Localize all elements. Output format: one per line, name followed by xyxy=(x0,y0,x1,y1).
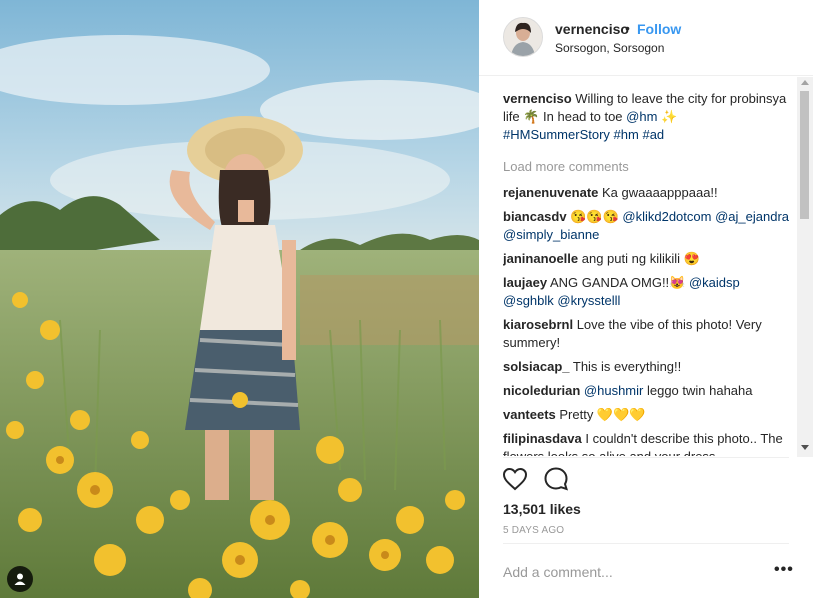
separator-dot: • xyxy=(625,20,630,36)
user-tag-button[interactable] xyxy=(7,566,33,592)
follow-button[interactable]: Follow xyxy=(637,21,681,37)
comment-text: ang puti ng kilikili 😍 xyxy=(578,251,700,266)
heart-icon xyxy=(502,467,528,491)
comment-mention[interactable]: @hushmir xyxy=(584,383,643,398)
likes-count[interactable]: 13,501 likes xyxy=(503,501,581,517)
load-more-comments[interactable]: Load more comments xyxy=(503,158,789,176)
comment-username[interactable]: kiarosebrnl xyxy=(503,317,573,332)
scroll-thumb[interactable] xyxy=(800,91,809,219)
divider xyxy=(503,457,789,458)
comment-username[interactable]: laujaey xyxy=(503,275,547,290)
caption-sparkle: ✨ xyxy=(657,109,678,124)
post-username[interactable]: vernenciso xyxy=(555,21,629,37)
comment-text: This is everything!! xyxy=(569,359,682,374)
comment: vanteets Pretty 💛💛💛 xyxy=(503,406,789,424)
comment-username[interactable]: janinanoelle xyxy=(503,251,578,266)
post-header: vernenciso • Follow Sorsogon, Sorsogon xyxy=(479,0,813,76)
comment-text: ANG GANDA OMG!!😻 xyxy=(547,275,689,290)
comment-username[interactable]: filipinasdava xyxy=(503,431,582,446)
more-options-icon[interactable]: ••• xyxy=(774,561,794,579)
post-photo[interactable] xyxy=(0,0,479,598)
post-side-panel: vernenciso • Follow Sorsogon, Sorsogon v… xyxy=(479,0,813,598)
comments-list: vernenciso Willing to leave the city for… xyxy=(503,90,789,456)
comment-text: Ka gwaaaapppaaa!! xyxy=(598,185,718,200)
comments-scrollbar[interactable] xyxy=(797,77,813,457)
comment-username[interactable]: biancasdv xyxy=(503,209,567,224)
divider xyxy=(503,543,789,544)
add-comment-input[interactable]: Add a comment... xyxy=(503,564,613,580)
comment-username[interactable]: rejanenuvenate xyxy=(503,185,598,200)
hashtag[interactable]: #HMSummerStory xyxy=(503,127,610,142)
comment: solsiacap_ This is everything!! xyxy=(503,358,789,376)
avatar[interactable] xyxy=(503,17,543,57)
hashtag[interactable]: #ad xyxy=(642,127,664,142)
post-time[interactable]: 5 DAYS AGO xyxy=(503,525,564,536)
comment-text: Pretty 💛💛💛 xyxy=(555,407,646,422)
comment: nicoledurian @hushmir leggo twin hahaha xyxy=(503,382,789,400)
caption-mention[interactable]: @hm xyxy=(626,109,657,124)
scroll-up-arrow-icon[interactable] xyxy=(801,80,809,85)
comment: janinanoelle ang puti ng kilikili 😍 xyxy=(503,250,789,268)
comment-text: 😘😘😘 xyxy=(566,209,623,224)
comment-mention[interactable]: @kaidsp xyxy=(689,275,740,290)
comment-mention[interactable]: @klikd2dotcom xyxy=(622,209,711,224)
comment-mention[interactable]: @krysstelll xyxy=(557,293,620,308)
comment: rejanenuvenate Ka gwaaaapppaaa!! xyxy=(503,184,789,202)
comment-button[interactable] xyxy=(542,465,570,493)
comment: kiarosebrnl Love the vibe of this photo!… xyxy=(503,316,789,352)
caption: vernenciso Willing to leave the city for… xyxy=(503,90,789,144)
user-tag-icon xyxy=(14,573,26,585)
comment-username[interactable]: vanteets xyxy=(503,407,556,422)
scroll-down-arrow-icon[interactable] xyxy=(801,445,809,450)
post-location[interactable]: Sorsogon, Sorsogon xyxy=(555,41,664,55)
comment-mention[interactable]: @aj_ejandra xyxy=(715,209,789,224)
comment: filipinasdava I couldn't describe this p… xyxy=(503,430,789,456)
post-actions: 13,501 likes 5 DAYS AGO Add a comment...… xyxy=(479,457,813,589)
comment-icon xyxy=(544,467,569,491)
comment-mention[interactable]: @simply_bianne xyxy=(503,227,599,242)
comment-username[interactable]: nicoledurian xyxy=(503,383,580,398)
comment: laujaey ANG GANDA OMG!!😻 @kaidsp @sghblk… xyxy=(503,274,789,310)
avatar-image xyxy=(504,18,542,56)
hashtag[interactable]: #hm xyxy=(614,127,639,142)
comment: biancasdv 😘😘😘 @klikd2dotcom @aj_ejandra … xyxy=(503,208,789,244)
comment-mention[interactable]: @sghblk xyxy=(503,293,554,308)
photo-image xyxy=(0,0,479,598)
like-button[interactable] xyxy=(501,465,529,493)
comment-username[interactable]: solsiacap_ xyxy=(503,359,570,374)
comment-text: leggo twin hahaha xyxy=(643,383,753,398)
caption-username[interactable]: vernenciso xyxy=(503,91,572,106)
